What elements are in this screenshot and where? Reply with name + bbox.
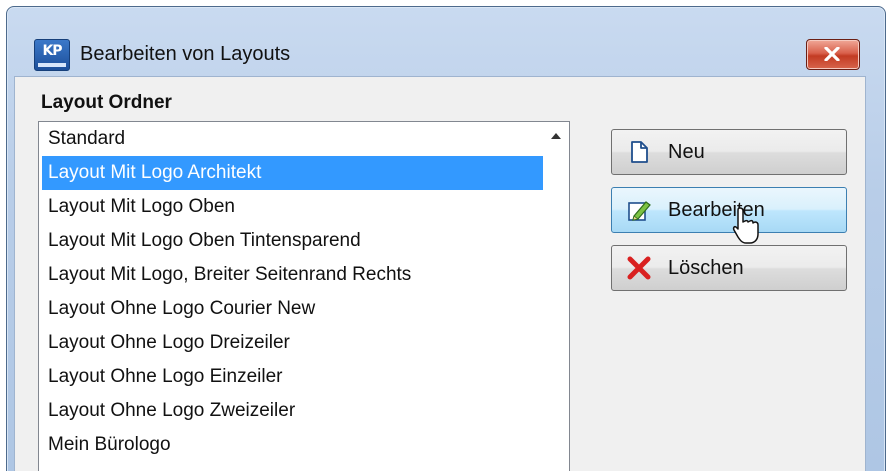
new-button[interactable]: Neu [611,129,847,175]
delete-button-label: Löschen [668,257,744,279]
new-document-icon [631,141,648,163]
list-item-selected[interactable]: Layout Mit Logo Architekt [42,156,543,190]
close-button[interactable] [806,39,860,70]
mouse-cursor-icon [732,207,759,244]
layout-listbox[interactable]: Standard Layout Mit Logo Architekt Layou… [38,121,570,471]
list-item[interactable]: Mein Bürologo [39,428,546,462]
app-icon: KP [34,39,70,71]
screen: KP Bearbeiten von Layouts Layout Ordner … [0,0,893,471]
scroll-up-arrow-icon[interactable] [551,133,561,139]
list-item[interactable]: Layout Ohne Logo Dreizeiler [39,326,546,360]
title-bar[interactable]: KP Bearbeiten von Layouts [7,7,885,85]
dialog-client-area: Layout Ordner Standard Layout Mit Logo A… [14,76,866,471]
window-title: Bearbeiten von Layouts [80,43,291,65]
list-item[interactable]: Layout Mit Logo Oben Tintensparend [39,224,546,258]
list-item[interactable]: Layout Mit Logo Oben [39,190,546,224]
close-icon [824,47,840,61]
list-item[interactable]: Layout Ohne Logo Einzeiler [39,360,546,394]
app-icon-bar [38,63,66,67]
list-item[interactable]: Layout Mit Logo, Breiter Seitenrand Rech… [39,258,546,292]
layout-folder-label: Layout Ordner [41,92,172,113]
app-icon-text: KP [42,43,62,59]
list-item[interactable]: Layout Ohne Logo Zweizeiler [39,394,546,428]
edit-button[interactable]: Bearbeiten [611,187,847,233]
layout-list: Standard Layout Mit Logo Architekt Layou… [39,122,546,462]
list-item[interactable]: Standard [39,122,546,156]
edit-pencil-icon [628,201,651,221]
new-button-label: Neu [668,141,705,163]
list-item[interactable]: Layout Ohne Logo Courier New [39,292,546,326]
vertical-scrollbar[interactable] [547,122,569,471]
delete-button[interactable]: Löschen [611,245,847,291]
delete-x-icon [627,256,651,280]
